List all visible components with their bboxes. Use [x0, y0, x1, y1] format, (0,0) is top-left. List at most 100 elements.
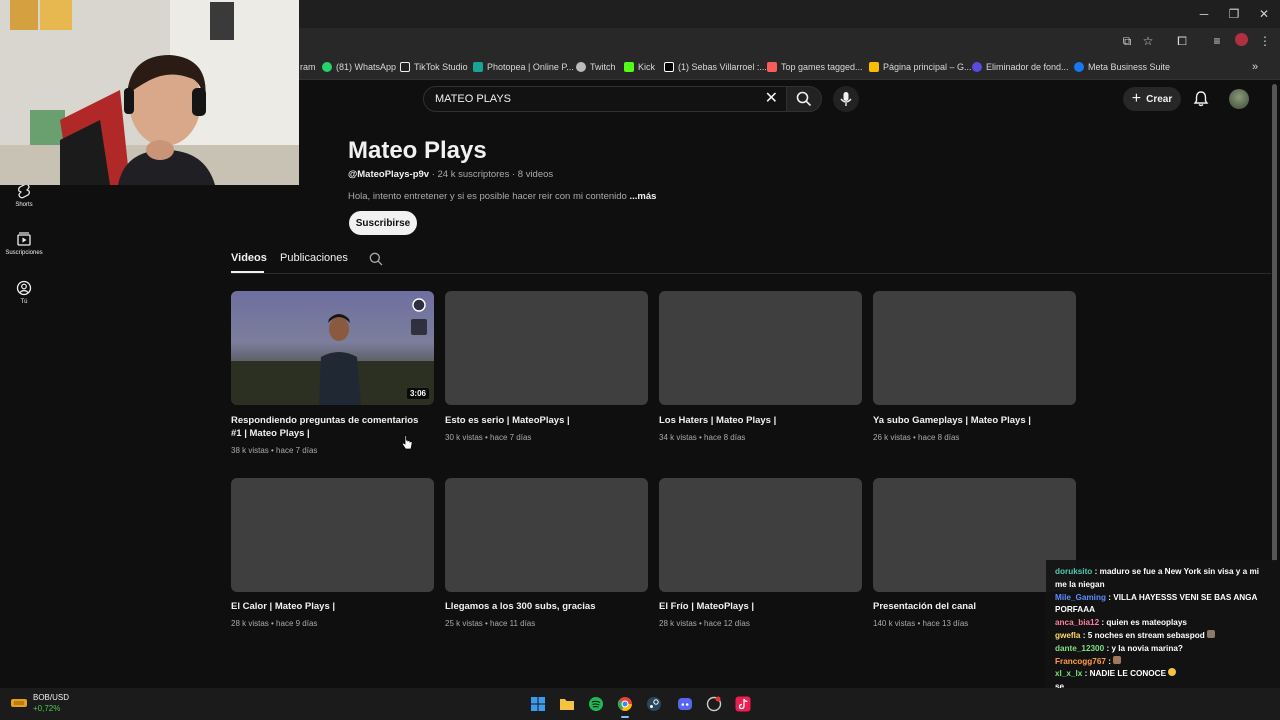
maximize-icon[interactable]: ❐: [1226, 6, 1242, 22]
chat-message: xl_x_lx : NADIE LE CONOCE: [1046, 668, 1280, 681]
clear-search-icon[interactable]: ✕: [765, 90, 778, 108]
bookmark-item[interactable]: TikTok Studio: [400, 60, 468, 74]
chat-username: doruksito: [1055, 567, 1093, 576]
bookmark-item[interactable]: (81) WhatsApp: [322, 60, 396, 74]
video-meta: 28 k vistas • hace 9 días: [231, 619, 318, 628]
shorts-icon: [18, 183, 30, 199]
bookmark-star-icon[interactable]: ☆: [1140, 33, 1156, 49]
kick-icon: [624, 62, 634, 72]
chat-message: Francogg767 :: [1046, 655, 1280, 669]
search-box[interactable]: MATEO PLAYS ✕: [423, 86, 787, 112]
video-thumbnail[interactable]: [873, 291, 1076, 405]
bookmark-item[interactable]: Kick: [624, 60, 655, 74]
bookmark-item[interactable]: (1) Sebas Villarroel :...: [664, 60, 767, 74]
video-meta: 28 k vistas • hace 12 días: [659, 619, 750, 628]
x-icon: [664, 62, 674, 72]
video-meta: 30 k vistas • hace 7 días: [445, 433, 532, 442]
google-ads-icon: [869, 62, 879, 72]
chrome-icon[interactable]: [617, 696, 633, 712]
video-thumbnail[interactable]: [659, 291, 862, 405]
minimize-icon[interactable]: ─: [1196, 6, 1212, 22]
discord-icon[interactable]: [677, 696, 693, 712]
spotify-icon[interactable]: [588, 696, 604, 712]
video-title[interactable]: El Calor | Mateo Plays |: [231, 600, 426, 613]
video-thumbnail[interactable]: [659, 478, 862, 592]
more-bookmarks-icon[interactable]: »: [1252, 60, 1258, 74]
video-meta: 140 k vistas • hace 13 días: [873, 619, 969, 628]
video-thumbnail[interactable]: [445, 478, 648, 592]
hand-cursor-icon: [401, 435, 413, 450]
sidebar-item-shorts[interactable]: Shorts: [0, 183, 48, 208]
file-explorer-icon[interactable]: [559, 696, 575, 712]
windows-taskbar: BOB/USD +0,72%: [0, 688, 1280, 720]
subscribe-button[interactable]: Suscribirse: [349, 211, 417, 235]
video-title[interactable]: Esto es serio | MateoPlays |: [445, 414, 640, 427]
bookmark-item[interactable]: Página principal – G...: [869, 60, 972, 74]
bookmark-item[interactable]: Twitch: [576, 60, 616, 74]
tab-videos[interactable]: Videos: [231, 252, 267, 264]
video-title[interactable]: Presentación del canal: [873, 600, 1068, 613]
video-title[interactable]: Respondiendo preguntas de comentarios #1…: [231, 414, 426, 440]
channel-description[interactable]: Hola, intento entretener y si es posible…: [348, 191, 656, 202]
tiktok-icon[interactable]: [735, 696, 751, 712]
mic-icon: [840, 92, 852, 106]
chat-username: dante_12300: [1055, 643, 1105, 653]
bookmark-item[interactable]: Eliminador de fond...: [972, 60, 1069, 74]
account-avatar[interactable]: [1229, 89, 1249, 109]
emote-icon: [1207, 629, 1215, 638]
chat-username: anca_bia12: [1055, 618, 1100, 628]
webcam-image: [0, 0, 299, 185]
chat-message: doruksito : maduro se fue a New York sin…: [1055, 567, 1260, 589]
app-icon[interactable]: [706, 696, 722, 712]
video-thumbnail[interactable]: 3:06: [231, 291, 434, 405]
webcam-overlay: [0, 0, 299, 185]
tab-posts[interactable]: Publicaciones: [280, 252, 348, 264]
profile-icon[interactable]: [1233, 33, 1249, 49]
chat-username: Francogg767: [1055, 656, 1106, 666]
media-control-icon[interactable]: ≡: [1209, 33, 1225, 49]
channel-search-icon[interactable]: [369, 252, 383, 266]
emoji-icon: [1168, 668, 1177, 677]
close-window-icon[interactable]: ✕: [1256, 6, 1272, 22]
bookmark-item[interactable]: Meta Business Suite: [1074, 60, 1170, 74]
video-thumbnail[interactable]: [445, 291, 648, 405]
ticker-change: +0,72%: [33, 704, 61, 713]
sidebar-item-you[interactable]: Tú: [0, 280, 48, 305]
voice-search-button[interactable]: [833, 86, 859, 112]
notifications-bell-icon[interactable]: [1192, 90, 1210, 108]
video-title[interactable]: Ya subo Gameplays | Mateo Plays |: [873, 414, 1068, 427]
remove-bg-icon: [972, 62, 982, 72]
sidebar-item-subscriptions[interactable]: Suscripciones: [0, 231, 48, 256]
chat-username: Mile_Gaming: [1055, 592, 1106, 602]
chat-message: anca_bia12 : quien es mateoplays: [1055, 618, 1187, 628]
video-title[interactable]: Los Haters | Mateo Plays |: [659, 414, 854, 427]
channel-handle: @MateoPlays-p9v: [348, 169, 430, 180]
chat-message: Mile_Gaming : VILLA HAYESSS VENI SE BAS …: [1055, 592, 1258, 615]
video-thumbnail[interactable]: [231, 478, 434, 592]
active-app-indicator: [621, 716, 629, 718]
tabs-divider: [231, 273, 1271, 274]
twitch-icon: [576, 62, 586, 72]
windows-start-icon[interactable]: [530, 696, 546, 712]
video-meta: 26 k vistas • hace 8 días: [873, 433, 960, 442]
bookmark-item[interactable]: Photopea | Online P...: [473, 60, 574, 74]
search-button[interactable]: [786, 86, 822, 112]
chat-message: gwefla : 5 noches en stream sebaspod: [1046, 629, 1280, 643]
install-app-icon[interactable]: ⧉: [1119, 33, 1135, 49]
search-input[interactable]: MATEO PLAYS: [435, 93, 511, 105]
more-link[interactable]: ...más: [629, 191, 656, 202]
chat-username: xl_x_lx: [1055, 669, 1083, 679]
extensions-icon[interactable]: ⧠: [1174, 33, 1190, 49]
search-icon: [796, 91, 812, 107]
browser-menu-icon[interactable]: ⋮: [1257, 33, 1273, 49]
page-scrollbar[interactable]: [1272, 84, 1277, 562]
steam-icon[interactable]: [646, 696, 662, 712]
bookmark-item[interactable]: ram: [300, 60, 316, 74]
channel-meta: @MateoPlays-p9v · 24 k suscriptores · 8 …: [348, 169, 553, 180]
video-title[interactable]: Llegamos a los 300 subs, gracias: [445, 600, 640, 613]
bookmark-item[interactable]: Top games tagged...: [767, 60, 863, 74]
tiktok-icon: [400, 62, 410, 72]
video-title[interactable]: El Frío | MateoPlays |: [659, 600, 854, 613]
video-meta: 38 k vistas • hace 7 días: [231, 446, 318, 455]
create-button[interactable]: + Crear: [1123, 87, 1181, 111]
